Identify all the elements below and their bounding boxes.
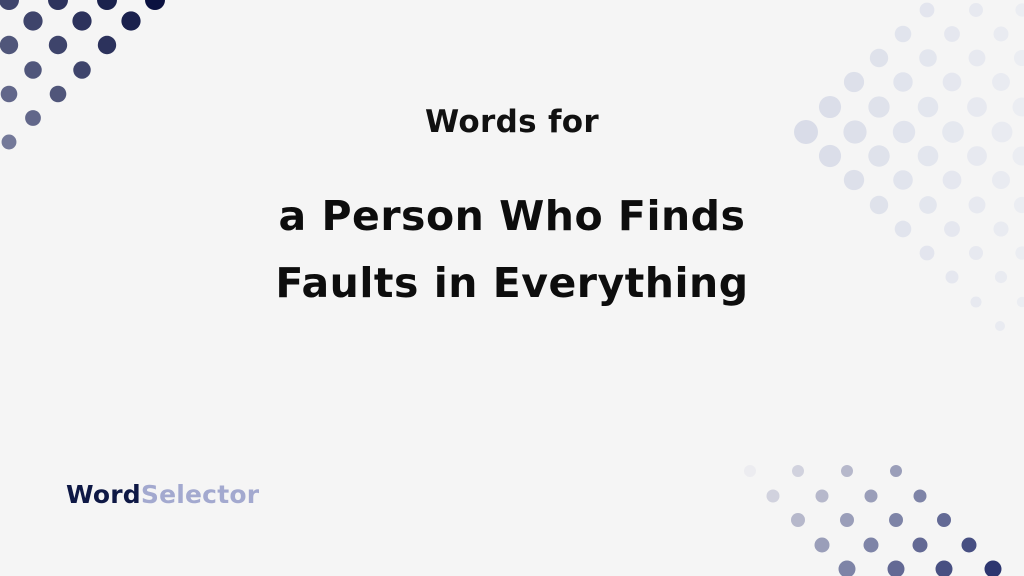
bottom-right-dot	[935, 560, 953, 576]
top-left-dot	[97, 35, 117, 55]
logo-selector: Selector	[140, 480, 260, 509]
bottom-right-dot	[912, 537, 928, 553]
top-left-dot	[48, 0, 68, 10]
top-left-dot	[48, 35, 68, 55]
bottom-right-dot	[838, 560, 856, 576]
bottom-right-dot	[887, 560, 905, 576]
logo-word: Word	[66, 480, 141, 509]
bottom-right-dot	[815, 489, 829, 503]
top-left-dot	[49, 85, 67, 103]
bottom-right-dot	[744, 465, 756, 477]
wordselector-logo: WordSelector	[66, 480, 259, 509]
right-diamond-dot	[894, 25, 912, 43]
top-left-dot	[0, 35, 19, 55]
top-left-dot	[73, 61, 91, 79]
right-diamond-dot	[919, 2, 935, 18]
right-diamond-dot	[869, 48, 889, 68]
top-left-dot	[121, 11, 141, 31]
title-kicker: Words for	[425, 104, 599, 140]
bottom-right-dot	[863, 537, 879, 553]
bottom-right-dot	[840, 513, 854, 527]
bottom-right-dot	[814, 537, 830, 553]
right-diamond-dot	[942, 72, 962, 92]
right-diamond-dot	[893, 72, 913, 92]
right-diamond-dot	[995, 321, 1005, 331]
right-diamond-dot	[917, 145, 939, 167]
right-diamond-dot	[967, 146, 987, 166]
top-left-dot	[72, 11, 92, 31]
top-left-dot	[0, 85, 18, 103]
top-left-dot	[145, 0, 165, 10]
bottom-right-dot	[889, 513, 903, 527]
right-diamond-dot	[944, 26, 960, 42]
top-left-dot	[23, 11, 43, 31]
bottom-right-dot	[864, 489, 878, 503]
right-diamond-dot	[818, 144, 842, 168]
right-diamond-dot	[942, 170, 962, 190]
bottom-right-dot	[841, 465, 853, 477]
top-left-dot	[0, 0, 19, 10]
right-diamond-dot	[968, 49, 986, 67]
right-diamond-dot	[992, 171, 1010, 189]
bottom-right-dot	[984, 560, 1002, 576]
right-diamond-dot	[1015, 3, 1024, 17]
bottom-right-dot	[913, 489, 927, 503]
right-diamond-dot	[1012, 146, 1024, 166]
bottom-right-dot	[766, 489, 780, 503]
right-diamond-dot	[868, 145, 890, 167]
right-diamond-dot	[1015, 246, 1024, 260]
right-diamond-dot	[1013, 49, 1024, 67]
right-diamond-dot	[992, 73, 1010, 91]
top-left-dot	[24, 61, 42, 79]
bottom-right-dot	[937, 513, 951, 527]
bottom-right-dot	[791, 513, 805, 527]
title-line-2: Faults in Everything	[275, 259, 749, 307]
right-diamond-dot	[843, 71, 865, 93]
bottom-right-dot	[961, 537, 977, 553]
top-left-dot	[97, 0, 117, 10]
bottom-right-dot	[792, 465, 804, 477]
right-diamond-dot	[843, 169, 865, 191]
bottom-right-dot	[890, 465, 902, 477]
right-diamond-dot	[893, 170, 913, 190]
title-line-1: a Person Who Finds	[278, 192, 746, 240]
right-diamond-dot	[993, 26, 1009, 42]
right-diamond-dot	[968, 245, 984, 261]
right-diamond-dot	[919, 49, 937, 67]
right-diamond-dot	[969, 3, 983, 17]
